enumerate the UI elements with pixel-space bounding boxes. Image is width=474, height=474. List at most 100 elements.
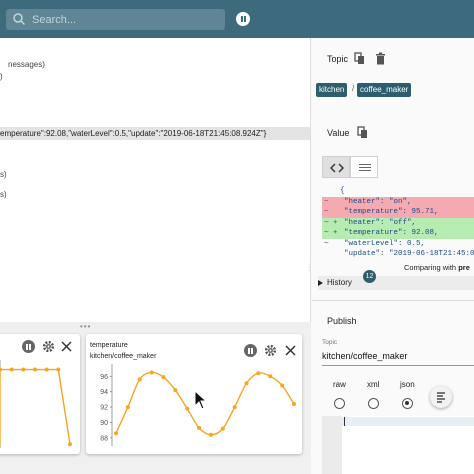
lines-icon <box>359 164 371 171</box>
align-left-icon <box>437 392 445 403</box>
format-json-button[interactable] <box>430 386 452 408</box>
expand-triangle-icon <box>318 280 323 286</box>
data-point <box>292 402 296 406</box>
topic-heading: Topic <box>327 54 349 64</box>
payload-editor[interactable] <box>322 416 474 474</box>
diff-text: "heater": "on", <box>344 197 412 206</box>
chart-title: temperature <box>90 342 128 349</box>
format-radio-xml[interactable] <box>368 398 379 409</box>
topic-chip-kitchen[interactable]: kitchen <box>316 83 348 97</box>
data-point <box>0 367 2 372</box>
gear-icon[interactable] <box>42 340 55 353</box>
data-point <box>244 381 249 386</box>
diff-text: "update": "2019-06-18T21:45:08. <box>344 250 474 258</box>
copy-icon[interactable] <box>357 126 368 139</box>
chart-panel: temperature kitchen/coffee_maker 96 94 92 9… <box>0 328 311 474</box>
mouse-cursor-icon <box>194 390 208 410</box>
format-radio-json[interactable] <box>402 398 413 409</box>
tree-line[interactable]: s) <box>0 190 7 199</box>
diff-marker: ∼ <box>324 239 329 248</box>
series-line <box>0 368 71 446</box>
format-label-raw: raw <box>333 380 346 389</box>
data-point <box>185 406 190 411</box>
diff-text: "waterLevel": 0.5, <box>344 239 426 248</box>
topic-chip-coffee-maker[interactable]: coffee_maker <box>357 83 412 97</box>
history-count-badge: 12 <box>363 270 376 283</box>
data-point <box>208 432 213 437</box>
diff-row-ctx: "update": "2019-06-18T21:45:08. <box>322 249 474 260</box>
tree-line[interactable]: ) <box>0 72 3 81</box>
search-box[interactable] <box>6 9 225 30</box>
data-point <box>56 367 61 372</box>
value-diff: {− "heater": "on", − "temperature": 95.71… <box>322 186 474 268</box>
data-point <box>33 367 37 372</box>
y-tick-label: 94 <box>100 389 108 396</box>
delete-icon[interactable] <box>375 52 386 65</box>
raw-view-toggle[interactable] <box>350 156 378 178</box>
publish-topic-label: Topic <box>322 339 338 346</box>
mqtt-explorer-app: nessages) ) emperature":92.08,"waterLeve… <box>0 0 474 474</box>
tree-line[interactable]: s) <box>0 170 7 179</box>
format-radio-raw[interactable] <box>334 398 345 409</box>
data-point <box>161 375 166 380</box>
diff-marker: ∼ + <box>324 218 338 227</box>
chart-card <box>0 334 80 454</box>
diff-text: "temperature": 95.71, <box>344 208 439 216</box>
diff-text: "heater": "off", <box>344 218 417 227</box>
diff-marker: − <box>324 208 329 216</box>
data-point <box>114 431 118 436</box>
data-point <box>21 367 26 372</box>
y-tick-label: 90 <box>100 420 108 427</box>
publish-heading: Publish <box>327 316 357 326</box>
data-point <box>268 374 273 379</box>
tree-line-selected[interactable]: emperature":92.08,"waterLevel":0.5,"upda… <box>0 127 310 140</box>
editor-current-line <box>342 417 474 426</box>
diff-text: { <box>340 187 345 195</box>
format-label-json: json <box>400 380 415 389</box>
value-heading: Value <box>327 128 350 138</box>
publish-topic-input[interactable]: kitchen/coffee_maker <box>322 351 474 366</box>
diff-row-add: ∼ + "temperature": 92.08, <box>322 228 474 239</box>
close-icon[interactable] <box>60 340 73 353</box>
data-point <box>280 383 285 388</box>
y-tick-label: 88 <box>100 435 108 442</box>
diff-row-add: ∼ + "heater": "off", <box>322 217 474 228</box>
history-toggle[interactable]: History <box>318 276 474 290</box>
diff-view-toggle[interactable] <box>322 156 350 178</box>
data-point <box>44 367 49 372</box>
data-point <box>137 377 142 382</box>
search-icon <box>13 13 26 26</box>
compare-label: Comparing with pre <box>404 263 470 272</box>
data-point <box>232 405 237 410</box>
tree-line[interactable]: nessages) <box>8 60 45 69</box>
diff-text: "temperature": 92.08, <box>344 229 439 237</box>
close-icon[interactable] <box>284 344 297 357</box>
detail-panel: Topic kitchen / coffee_maker Value {− "… <box>312 38 474 474</box>
diff-row-del: − "temperature": 95.71, <box>322 207 474 218</box>
pause-icon[interactable] <box>244 344 257 357</box>
topic-separator: / <box>352 84 355 93</box>
data-point <box>125 405 130 410</box>
y-tick-label: 96 <box>100 374 108 381</box>
data-point <box>9 367 14 372</box>
pause-icon[interactable] <box>22 340 35 353</box>
history-label: History <box>327 278 352 287</box>
editor-gutter <box>322 416 342 474</box>
data-point <box>256 371 261 376</box>
copy-icon[interactable] <box>354 52 365 65</box>
y-tick-label: 92 <box>100 405 108 412</box>
editor-caret <box>344 417 345 426</box>
diff-row-del: − "heater": "on", <box>322 196 474 207</box>
gear-icon[interactable] <box>264 344 277 357</box>
data-point <box>220 426 225 431</box>
data-point <box>197 425 202 430</box>
diff-marker: − <box>324 197 329 206</box>
pause-icon[interactable] <box>236 12 250 26</box>
diff-marker: ∼ + <box>324 229 338 237</box>
search-input[interactable] <box>32 9 222 30</box>
chart-plot <box>0 360 72 448</box>
divider <box>312 300 474 301</box>
drag-handle-icon[interactable]: · · · <box>308 261 310 274</box>
code-icon <box>330 163 344 173</box>
diff-row-ctx: { <box>322 186 474 197</box>
